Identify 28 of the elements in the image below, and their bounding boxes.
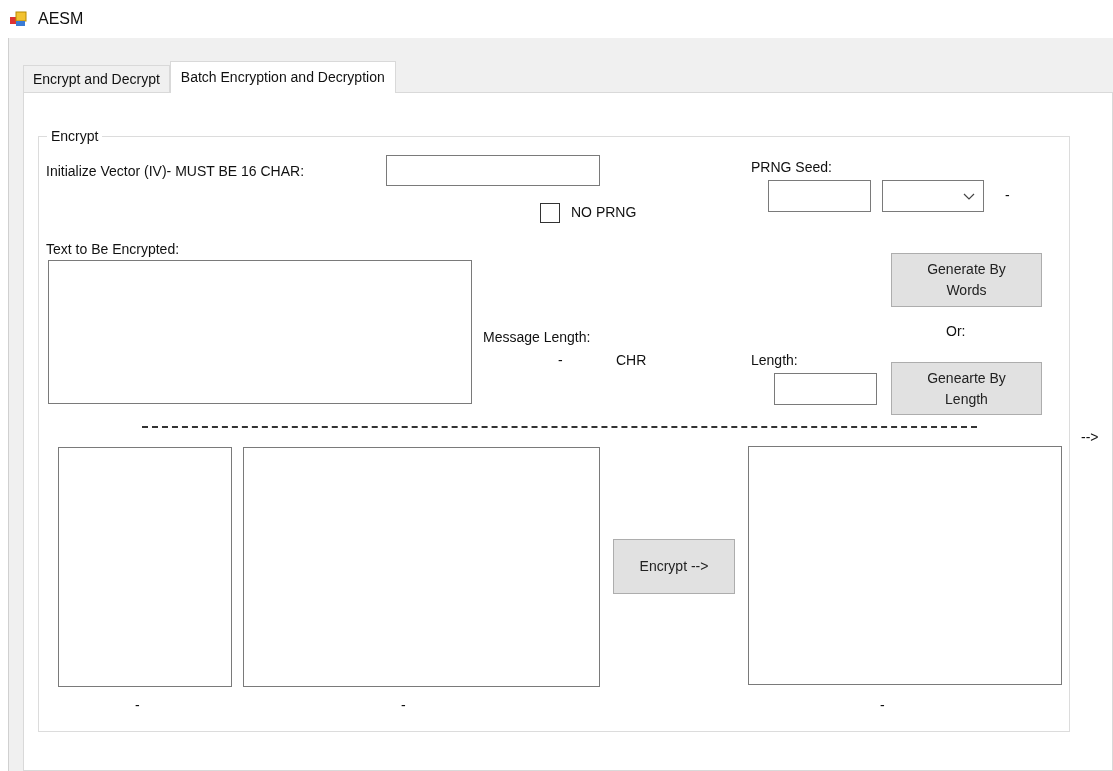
prng-seed-label: PRNG Seed:	[751, 158, 832, 177]
seed-value: -	[1005, 186, 1010, 205]
tab[interactable]: Encrypt and Decrypt	[23, 65, 170, 92]
generate-by-length-button[interactable]: Genearte By Length	[891, 362, 1042, 415]
length-field[interactable]	[774, 373, 877, 405]
batch-input-list[interactable]	[58, 447, 232, 687]
or-label: Or:	[946, 322, 966, 341]
seed-dropdown[interactable]	[882, 180, 984, 212]
box-caption: -	[401, 696, 406, 715]
side-arrow: -->	[1081, 428, 1099, 447]
message-length-value: -	[558, 351, 563, 370]
message-length-label: Message Length:	[483, 328, 591, 347]
message-length-unit: CHR	[616, 351, 647, 370]
window-title: AESM	[38, 9, 84, 29]
chevron-down-icon	[963, 192, 975, 200]
generate-by-words-button[interactable]: Generate By Words	[891, 253, 1042, 307]
no-prng-label: NO PRNG	[571, 203, 637, 222]
length-label: Length:	[751, 351, 798, 370]
iv-label: Initialize Vector (IV)- MUST BE 16 CHAR:	[46, 162, 305, 181]
seed-field[interactable]	[768, 180, 871, 212]
no-prng-checkbox[interactable]	[540, 202, 560, 223]
box-caption: -	[135, 696, 140, 715]
tab[interactable]: Batch Encryption and Decryption	[169, 61, 396, 93]
app-icon	[10, 11, 28, 27]
iv-field[interactable]	[386, 155, 600, 186]
encrypt-button[interactable]: Encrypt -->	[613, 539, 735, 594]
box-caption: -	[880, 696, 885, 715]
text-label: Text to Be Encrypted:	[46, 240, 180, 259]
